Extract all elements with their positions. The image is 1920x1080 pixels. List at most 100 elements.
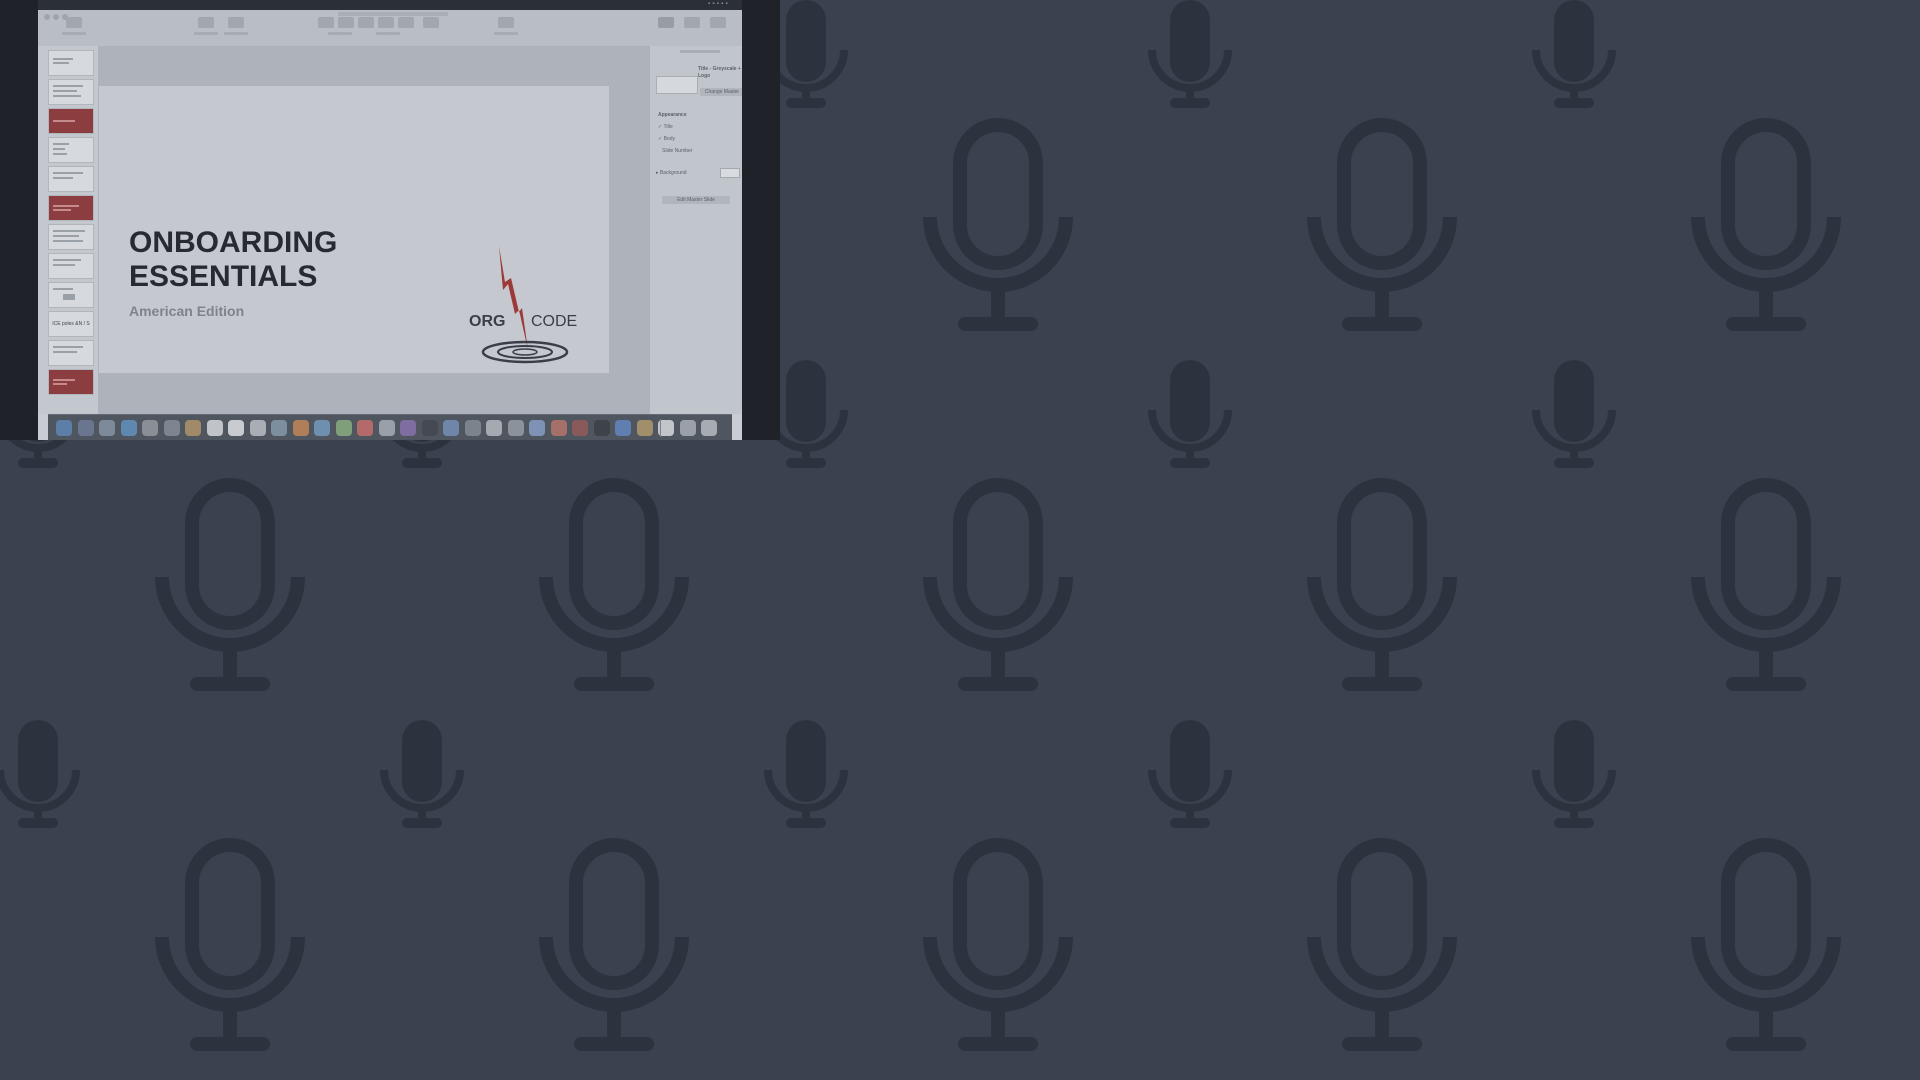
slide-title[interactable]: ONBOARDING ESSENTIALS [129, 226, 389, 294]
appearance-heading: Appearance [658, 112, 687, 118]
background-color-well[interactable] [720, 168, 740, 178]
microphone-icon [1536, 360, 1612, 468]
title-option-label: Title [663, 124, 673, 130]
dock-app-icon[interactable] [679, 420, 696, 436]
slide-number-option-label: Slide Number [662, 148, 693, 154]
play-button[interactable] [198, 17, 214, 28]
master-thumbnail[interactable] [656, 76, 698, 94]
dock-app-icon[interactable] [550, 420, 567, 436]
shape-button[interactable] [378, 17, 394, 28]
microphone-icon [930, 845, 1066, 1051]
logo-text-org: ORG [469, 313, 505, 330]
dock-app-icon[interactable] [615, 420, 631, 436]
share-button[interactable] [498, 17, 514, 28]
slide-navigator: ICE poles &N / S [38, 46, 99, 414]
comment-button[interactable] [423, 17, 439, 28]
slide-thumbnail-text: ICE poles &N / S [52, 321, 90, 327]
dock-app-icon[interactable] [185, 420, 201, 436]
dock-app-icon[interactable] [507, 420, 524, 436]
slide-number-checkbox-row[interactable]: Slide Number [658, 148, 692, 154]
dock-app-icon[interactable] [56, 420, 72, 436]
media-button[interactable] [398, 17, 414, 28]
microphone-icon [930, 125, 1066, 331]
dock-app-icon[interactable] [400, 420, 416, 436]
keynote-toolbar [38, 10, 742, 47]
document-button[interactable] [710, 17, 726, 28]
dock-app-icon[interactable] [701, 420, 717, 436]
microphone-icon [1314, 845, 1450, 1051]
dock-app-icon[interactable] [421, 420, 438, 436]
dock-app-icon[interactable] [636, 420, 653, 436]
slide-thumbnail[interactable] [48, 253, 94, 279]
microphone-icon [546, 845, 682, 1051]
microphone-icon [1536, 720, 1612, 828]
window-close-button[interactable] [44, 14, 50, 20]
slide-thumbnail[interactable] [48, 108, 94, 134]
edit-master-slide-button[interactable]: Edit Master Slide [662, 196, 730, 204]
slide-thumbnail[interactable] [48, 79, 94, 105]
background-label: Background [659, 170, 687, 176]
menu-bar-status-icons: ▪ ▪ ▪ ▪ ▪ [707, 1, 728, 7]
keynote-live-button[interactable] [228, 17, 244, 28]
microphone-icon [162, 845, 298, 1051]
dock-app-icon[interactable] [292, 420, 309, 436]
title-checkbox-row[interactable]: ✓ Title [658, 124, 673, 130]
body-checkbox-row[interactable]: ✓ Body [658, 136, 675, 142]
dock-app-icon[interactable] [378, 420, 395, 436]
slide-thumbnail[interactable] [48, 50, 94, 76]
dock-app-icon[interactable] [142, 420, 158, 436]
dock-app-icon[interactable] [464, 420, 481, 436]
dock-app-icon[interactable] [357, 420, 373, 436]
slide-thumbnail[interactable] [48, 369, 94, 395]
dock-separator [660, 419, 661, 437]
view-button[interactable] [66, 17, 82, 28]
dock-app-icon[interactable] [593, 420, 610, 436]
slide-thumbnail[interactable] [48, 282, 94, 308]
table-button[interactable] [318, 17, 334, 28]
dock-app-icon[interactable] [206, 420, 223, 436]
microphone-icon [384, 720, 460, 828]
microphone-icon [1314, 125, 1450, 331]
text-button[interactable] [358, 17, 374, 28]
slide-subtitle[interactable]: American Edition [129, 303, 244, 319]
format-button[interactable] [658, 17, 674, 28]
dock-app-icon[interactable] [77, 420, 94, 436]
dock-app-icon[interactable] [249, 420, 266, 436]
chart-button[interactable] [338, 17, 354, 28]
slide-thumbnail[interactable] [48, 166, 94, 192]
dock-app-icon[interactable] [99, 420, 115, 436]
macos-dock [48, 414, 732, 440]
microphone-icon [1698, 845, 1834, 1051]
dock-app-icon[interactable] [120, 420, 137, 436]
dock-app-icon[interactable] [163, 420, 180, 436]
dock-app-icon[interactable] [228, 420, 244, 436]
microphone-icon [1152, 360, 1228, 468]
master-name: Title - Greyscale + Logo [698, 66, 741, 79]
slide-thumbnail[interactable] [48, 137, 94, 163]
window-minimize-button[interactable] [53, 14, 59, 20]
dock-app-icon[interactable] [486, 420, 502, 436]
slide-title-line-2: ESSENTIALS [129, 260, 318, 293]
background-section-toggle[interactable]: ▸ Background [656, 170, 687, 176]
format-inspector: Title - Greyscale + Logo Change Master A… [649, 46, 742, 414]
microphone-icon [162, 485, 298, 691]
microphone-icon [768, 720, 844, 828]
slide-thumbnail[interactable] [48, 340, 94, 366]
dock-app-icon[interactable] [335, 420, 352, 436]
change-master-button[interactable]: Change Master [700, 88, 742, 96]
slide-thumbnail[interactable] [48, 195, 94, 221]
dock-app-icon[interactable] [572, 420, 588, 436]
slide-canvas: ONBOARDING ESSENTIALS American Edition O… [99, 46, 649, 414]
current-slide[interactable]: ONBOARDING ESSENTIALS American Edition O… [99, 86, 609, 373]
body-option-label: Body [663, 136, 675, 142]
dock-app-icon[interactable] [271, 420, 287, 436]
animate-button[interactable] [684, 17, 700, 28]
slide-thumbnail[interactable]: ICE poles &N / S [48, 311, 94, 337]
dock-app-icon[interactable] [314, 420, 330, 436]
dock-app-icon[interactable] [529, 420, 545, 436]
microphone-icon [1698, 485, 1834, 691]
microphone-icon [546, 485, 682, 691]
microphone-icon [1314, 485, 1450, 691]
slide-thumbnail[interactable] [48, 224, 94, 250]
dock-app-icon[interactable] [443, 420, 459, 436]
